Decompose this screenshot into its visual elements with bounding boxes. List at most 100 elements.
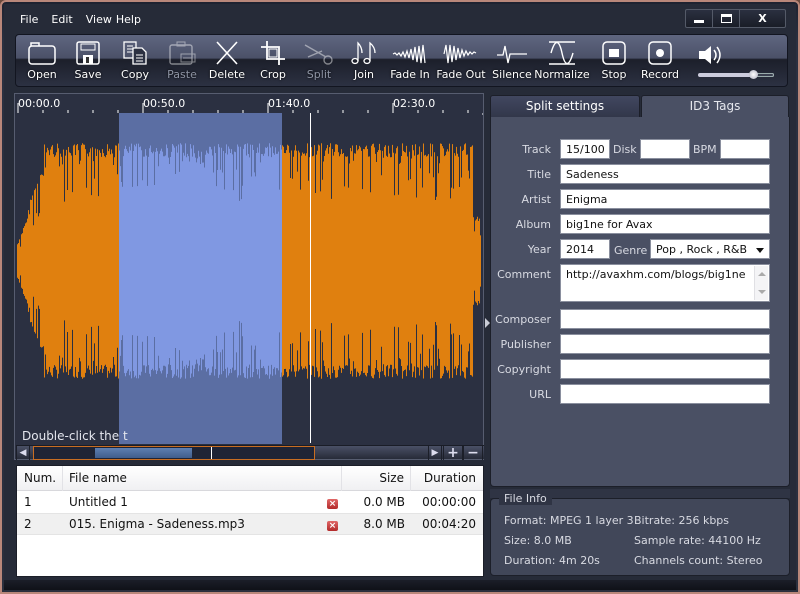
record-label: Record xyxy=(641,68,680,81)
disk-input[interactable] xyxy=(640,139,690,159)
normalize-button[interactable]: Normalize xyxy=(534,35,590,87)
column-size[interactable]: Size xyxy=(342,465,411,491)
file-bitrate: Bitrate: 256 kbps xyxy=(634,514,730,527)
ruler-label: 00:50.0 xyxy=(143,97,186,110)
file-duration-info: Duration: 4m 20s xyxy=(504,554,600,567)
stop-button[interactable]: Stop xyxy=(601,35,627,87)
waveform-scrollbar[interactable]: ◀ ▶ + − xyxy=(16,445,484,461)
fade-in-button[interactable]: Fade In xyxy=(390,35,430,87)
overview-selection xyxy=(95,448,192,458)
copy-button[interactable]: Copy xyxy=(119,35,151,87)
composer-input[interactable] xyxy=(560,309,770,329)
genre-select[interactable]: Pop , Rock , R&B xyxy=(650,239,770,259)
comment-scrollbar[interactable] xyxy=(754,266,768,300)
file-channels: Channels count: Stereo xyxy=(634,554,763,567)
composer-label: Composer xyxy=(495,313,551,326)
silence-icon xyxy=(497,35,527,67)
arrow-left-icon: ◀ xyxy=(19,448,27,458)
title-input[interactable]: Sadeness xyxy=(560,164,770,184)
split-label: Split xyxy=(306,68,332,81)
save-label: Save xyxy=(74,68,102,81)
save-button[interactable]: Save xyxy=(73,35,103,87)
menu-file[interactable]: File xyxy=(20,13,38,26)
copyright-input[interactable] xyxy=(560,359,770,379)
delete-label: Delete xyxy=(208,68,246,81)
minimize-button[interactable] xyxy=(686,10,713,27)
file-name-cell: 015. Enigma - Sadeness.mp3 × xyxy=(63,517,342,531)
genre-label: Genre xyxy=(614,244,648,257)
paste-button[interactable]: Paste xyxy=(166,35,198,87)
volume-slider[interactable] xyxy=(698,73,774,77)
menu-view[interactable]: View xyxy=(86,13,112,26)
scroll-down-icon[interactable] xyxy=(758,290,766,294)
delete-button[interactable]: Delete xyxy=(208,35,246,87)
file-row[interactable]: 1 Untitled 1 × 0.0 MB 00:00:00 xyxy=(17,491,483,513)
side-tabs: Split settings ID3 Tags xyxy=(490,95,790,117)
column-duration[interactable]: Duration xyxy=(411,466,483,491)
zoom-out-button[interactable]: − xyxy=(463,445,483,461)
track-label: Track xyxy=(522,143,551,156)
year-label: Year xyxy=(527,243,551,256)
comment-textarea[interactable]: http://avaxhm.com/blogs/big1ne xyxy=(560,264,770,302)
year-input[interactable]: 2014 xyxy=(560,239,610,259)
fade-out-button[interactable]: Fade Out xyxy=(436,35,486,87)
remove-file-icon[interactable]: × xyxy=(327,499,338,509)
split-button[interactable]: Split xyxy=(304,35,334,87)
open-button[interactable]: Open xyxy=(26,35,58,87)
file-info-group: File Info Format: MPEG 1 layer 3 Bitrate… xyxy=(490,492,790,576)
file-num: 1 xyxy=(24,495,32,509)
silence-button[interactable]: Silence xyxy=(492,35,532,87)
join-label: Join xyxy=(353,68,374,81)
column-num[interactable]: Num. xyxy=(17,465,63,491)
speaker-icon[interactable] xyxy=(698,44,724,66)
scroll-up-icon[interactable] xyxy=(758,272,766,276)
ruler-label: 01:40.0 xyxy=(268,97,311,110)
column-file-name[interactable]: File name xyxy=(63,465,342,491)
maximize-button[interactable] xyxy=(713,10,740,27)
zoom-in-button[interactable]: + xyxy=(443,445,463,461)
volume-slider-handle[interactable] xyxy=(749,70,758,79)
paste-label: Paste xyxy=(167,68,197,81)
status-strip xyxy=(4,580,796,590)
ruler-label: 00:00.0 xyxy=(18,97,61,110)
file-info-title: File Info xyxy=(499,492,552,505)
url-input[interactable] xyxy=(560,384,770,404)
crop-icon xyxy=(261,35,285,67)
album-input[interactable]: big1ne for Avax xyxy=(560,214,770,234)
delete-x-icon xyxy=(214,35,240,67)
crop-button[interactable]: Crop xyxy=(259,35,287,87)
publisher-input[interactable] xyxy=(560,334,770,354)
menu-edit[interactable]: Edit xyxy=(51,13,72,26)
waveform-canvas[interactable] xyxy=(16,113,482,463)
publisher-label: Publisher xyxy=(500,338,552,351)
close-icon: X xyxy=(758,12,767,25)
music-notes-icon xyxy=(351,35,377,67)
stop-icon xyxy=(602,35,626,67)
file-name: Untitled 1 xyxy=(69,495,128,509)
scroll-left-button[interactable]: ◀ xyxy=(16,446,30,460)
file-row[interactable]: 2 015. Enigma - Sadeness.mp3 × 8.0 MB 00:… xyxy=(17,513,483,535)
silence-label: Silence xyxy=(492,68,532,81)
join-button[interactable]: Join xyxy=(351,35,377,87)
remove-file-icon[interactable]: × xyxy=(327,521,338,531)
tab-id3-tags[interactable]: ID3 Tags xyxy=(641,95,789,117)
waveform-overview-thumb[interactable] xyxy=(33,446,315,460)
scroll-right-button[interactable]: ▶ xyxy=(428,446,442,460)
crop-label: Crop xyxy=(260,68,286,81)
copyright-label: Copyright xyxy=(497,363,551,376)
track-input[interactable]: 15/100 xyxy=(560,139,610,159)
close-button[interactable]: X xyxy=(740,10,785,27)
tab-split-settings[interactable]: Split settings xyxy=(490,95,640,117)
copy-label: Copy xyxy=(121,68,149,81)
waveform-view[interactable]: 00:00.0 00:50.0 01:40.0 02:30.0 Double-c… xyxy=(14,93,484,460)
minus-icon: − xyxy=(467,445,479,461)
file-name-cell: Untitled 1 × xyxy=(63,495,342,509)
menu-help[interactable]: Help xyxy=(116,13,141,26)
title-label: Title xyxy=(527,168,551,181)
file-duration: 00:00:00 xyxy=(422,495,476,509)
bpm-input[interactable] xyxy=(720,139,770,159)
comment-value: http://avaxhm.com/blogs/big1ne xyxy=(566,268,746,281)
comment-label: Comment xyxy=(497,268,551,281)
record-button[interactable]: Record xyxy=(641,35,679,87)
artist-input[interactable]: Enigma xyxy=(560,189,770,209)
